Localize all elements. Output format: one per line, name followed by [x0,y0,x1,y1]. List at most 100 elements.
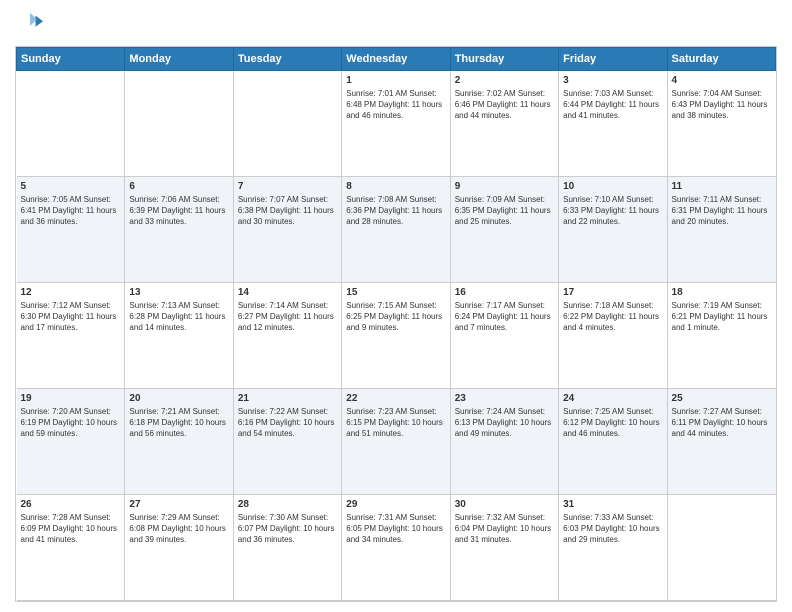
cell-w4-d5: 31 Sunrise: 7:33 AM Sunset: 6:03 PM Dayli… [559,495,667,601]
calendar-header: SundayMondayTuesdayWednesdayThursdayFrid… [17,48,776,71]
cell-w0-d2 [233,71,341,177]
day-info: Sunrise: 7:07 AM Sunset: 6:38 PM Dayligh… [238,194,337,228]
day-number: 6 [129,181,228,192]
day-info: Sunrise: 7:23 AM Sunset: 6:15 PM Dayligh… [346,406,445,440]
day-number: 24 [563,393,662,404]
cell-w2-d0: 12 Sunrise: 7:12 AM Sunset: 6:30 PM Dayli… [17,283,125,389]
day-info: Sunrise: 7:15 AM Sunset: 6:25 PM Dayligh… [346,300,445,334]
day-info: Sunrise: 7:06 AM Sunset: 6:39 PM Dayligh… [129,194,228,228]
cell-w1-d0: 5Sunrise: 7:05 AM Sunset: 6:41 PM Daylig… [17,177,125,283]
cell-w2-d2: 14 Sunrise: 7:14 AM Sunset: 6:27 PM Dayli… [233,283,341,389]
col-header-saturday: Saturday [667,48,775,71]
day-info: Sunrise: 7:33 AM Sunset: 6:03 PM Dayligh… [563,512,662,546]
day-number: 15 [346,287,445,298]
day-info: Sunrise: 7:04 AM Sunset: 6:43 PM Dayligh… [672,88,772,122]
day-number: 30 [455,499,554,510]
cell-w4-d3: 29Sunrise: 7:31 AM Sunset: 6:05 PM Dayli… [342,495,450,601]
day-number: 1 [346,75,445,86]
day-info: Sunrise: 7:17 AM Sunset: 6:24 PM Dayligh… [455,300,554,334]
day-number: 13 [129,287,228,298]
col-header-wednesday: Wednesday [342,48,450,71]
cell-w1-d2: 7Sunrise: 7:07 AM Sunset: 6:38 PM Daylig… [233,177,341,283]
day-info: Sunrise: 7:09 AM Sunset: 6:35 PM Dayligh… [455,194,554,228]
logo-icon [15,10,43,38]
day-number: 28 [238,499,337,510]
calendar-body: 1 Sunrise: 7:01 AM Sunset: 6:48 PM Daylig… [17,71,776,601]
cell-w4-d0: 26 Sunrise: 7:28 AM Sunset: 6:09 PM Dayli… [17,495,125,601]
cell-w3-d3: 22 Sunrise: 7:23 AM Sunset: 6:15 PM Dayli… [342,389,450,495]
cell-w4-d1: 27 Sunrise: 7:29 AM Sunset: 6:08 PM Dayli… [125,495,233,601]
day-number: 10 [563,181,662,192]
day-number: 2 [455,75,554,86]
day-info: Sunrise: 7:25 AM Sunset: 6:12 PM Dayligh… [563,406,662,440]
cell-w1-d3: 8 Sunrise: 7:08 AM Sunset: 6:36 PM Daylig… [342,177,450,283]
cell-w2-d4: 16 Sunrise: 7:17 AM Sunset: 6:24 PM Dayli… [450,283,558,389]
day-number: 18 [672,287,772,298]
day-number: 20 [129,393,228,404]
cell-w1-d5: 10 Sunrise: 7:10 AM Sunset: 6:33 PM Dayli… [559,177,667,283]
day-info: Sunrise: 7:28 AM Sunset: 6:09 PM Dayligh… [21,512,121,546]
day-info: Sunrise: 7:19 AM Sunset: 6:21 PM Dayligh… [672,300,772,334]
day-number: 27 [129,499,228,510]
cell-w0-d5: 3Sunrise: 7:03 AM Sunset: 6:44 PM Daylig… [559,71,667,177]
day-number: 4 [672,75,772,86]
col-header-tuesday: Tuesday [233,48,341,71]
day-number: 29 [346,499,445,510]
day-info: Sunrise: 7:29 AM Sunset: 6:08 PM Dayligh… [129,512,228,546]
day-info: Sunrise: 7:18 AM Sunset: 6:22 PM Dayligh… [563,300,662,334]
col-header-friday: Friday [559,48,667,71]
week-row-1: 5Sunrise: 7:05 AM Sunset: 6:41 PM Daylig… [17,177,776,283]
calendar: SundayMondayTuesdayWednesdayThursdayFrid… [15,46,777,602]
day-number: 19 [21,393,121,404]
week-row-4: 26 Sunrise: 7:28 AM Sunset: 6:09 PM Dayli… [17,495,776,601]
cell-w3-d1: 20 Sunrise: 7:21 AM Sunset: 6:18 PM Dayli… [125,389,233,495]
page: SundayMondayTuesdayWednesdayThursdayFrid… [0,0,792,612]
header [15,10,777,38]
day-number: 3 [563,75,662,86]
cell-w0-d3: 1 Sunrise: 7:01 AM Sunset: 6:48 PM Daylig… [342,71,450,177]
day-info: Sunrise: 7:30 AM Sunset: 6:07 PM Dayligh… [238,512,337,546]
day-number: 12 [21,287,121,298]
week-row-3: 19 Sunrise: 7:20 AM Sunset: 6:19 PM Dayli… [17,389,776,495]
day-number: 26 [21,499,121,510]
day-number: 31 [563,499,662,510]
day-info: Sunrise: 7:22 AM Sunset: 6:16 PM Dayligh… [238,406,337,440]
cell-w4-d2: 28 Sunrise: 7:30 AM Sunset: 6:07 PM Dayli… [233,495,341,601]
cell-w1-d1: 6 Sunrise: 7:06 AM Sunset: 6:39 PM Daylig… [125,177,233,283]
cell-w3-d0: 19 Sunrise: 7:20 AM Sunset: 6:19 PM Dayli… [17,389,125,495]
day-number: 8 [346,181,445,192]
cell-w0-d6: 4 Sunrise: 7:04 AM Sunset: 6:43 PM Daylig… [667,71,775,177]
day-number: 17 [563,287,662,298]
cell-w3-d6: 25 Sunrise: 7:27 AM Sunset: 6:11 PM Dayli… [667,389,775,495]
cell-w3-d2: 21Sunrise: 7:22 AM Sunset: 6:16 PM Dayli… [233,389,341,495]
cell-w3-d4: 23 Sunrise: 7:24 AM Sunset: 6:13 PM Dayli… [450,389,558,495]
day-info: Sunrise: 7:01 AM Sunset: 6:48 PM Dayligh… [346,88,445,122]
cell-w0-d4: 2 Sunrise: 7:02 AM Sunset: 6:46 PM Daylig… [450,71,558,177]
day-number: 16 [455,287,554,298]
cell-w2-d1: 13 Sunrise: 7:13 AM Sunset: 6:28 PM Dayli… [125,283,233,389]
cell-w2-d5: 17 Sunrise: 7:18 AM Sunset: 6:22 PM Dayli… [559,283,667,389]
day-info: Sunrise: 7:27 AM Sunset: 6:11 PM Dayligh… [672,406,772,440]
day-info: Sunrise: 7:21 AM Sunset: 6:18 PM Dayligh… [129,406,228,440]
day-number: 5 [21,181,121,192]
cell-w3-d5: 24 Sunrise: 7:25 AM Sunset: 6:12 PM Dayli… [559,389,667,495]
day-number: 14 [238,287,337,298]
day-info: Sunrise: 7:12 AM Sunset: 6:30 PM Dayligh… [21,300,121,334]
cell-w1-d6: 11Sunrise: 7:11 AM Sunset: 6:31 PM Dayli… [667,177,775,283]
day-info: Sunrise: 7:14 AM Sunset: 6:27 PM Dayligh… [238,300,337,334]
day-info: Sunrise: 7:20 AM Sunset: 6:19 PM Dayligh… [21,406,121,440]
day-info: Sunrise: 7:13 AM Sunset: 6:28 PM Dayligh… [129,300,228,334]
cell-w2-d6: 18 Sunrise: 7:19 AM Sunset: 6:21 PM Dayli… [667,283,775,389]
day-number: 22 [346,393,445,404]
day-info: Sunrise: 7:10 AM Sunset: 6:33 PM Dayligh… [563,194,662,228]
day-number: 23 [455,393,554,404]
col-header-monday: Monday [125,48,233,71]
logo [15,10,47,38]
day-number: 25 [672,393,772,404]
week-row-2: 12 Sunrise: 7:12 AM Sunset: 6:30 PM Dayli… [17,283,776,389]
day-info: Sunrise: 7:11 AM Sunset: 6:31 PM Dayligh… [672,194,772,228]
day-info: Sunrise: 7:08 AM Sunset: 6:36 PM Dayligh… [346,194,445,228]
day-info: Sunrise: 7:24 AM Sunset: 6:13 PM Dayligh… [455,406,554,440]
day-info: Sunrise: 7:02 AM Sunset: 6:46 PM Dayligh… [455,88,554,122]
day-number: 9 [455,181,554,192]
